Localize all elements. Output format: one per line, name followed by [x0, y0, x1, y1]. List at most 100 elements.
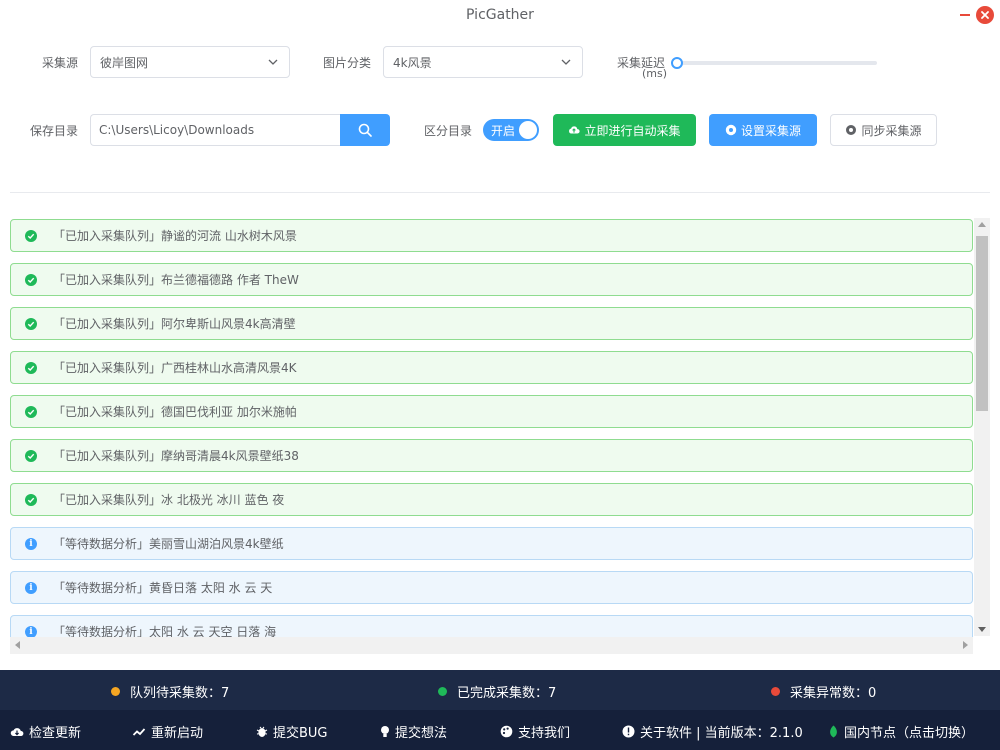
category-select[interactable]: 4k风景	[383, 46, 583, 78]
log-text: 「已加入采集队列」德国巴伐利亚 加尔米施帕	[53, 405, 297, 419]
info-circle-icon	[622, 725, 635, 738]
queue-stat-text: 队列待采集数：7	[130, 686, 230, 701]
log-list: 「已加入采集队列」静谧的河流 山水树木风景 「已加入采集队列」布兰德福德路 作者…	[10, 218, 990, 654]
log-text: 「已加入采集队列」广西桂林山水高清风景4K	[53, 361, 297, 375]
scroll-left-icon[interactable]	[15, 641, 20, 649]
done-stat-text: 已完成采集数：7	[457, 686, 557, 701]
title-bar: PicGather	[0, 0, 1000, 30]
success-check-icon	[25, 405, 37, 418]
bug-icon	[256, 726, 268, 737]
info-icon: i	[25, 625, 37, 638]
auto-collect-button[interactable]: 立即进行自动采集	[553, 114, 696, 146]
submit-bug-label: 提交BUG	[273, 726, 328, 741]
error-status-dot	[771, 687, 780, 696]
leaf-icon	[830, 725, 837, 738]
toggle-knob	[519, 121, 537, 139]
split-dir-toggle[interactable]: 开启	[483, 119, 539, 141]
node-switch-label: 国内节点（点击切换）	[844, 726, 975, 741]
save-dir-label: 保存目录	[30, 124, 79, 138]
scroll-right-icon[interactable]	[963, 641, 968, 649]
queue-status-dot	[111, 687, 120, 696]
vertical-scrollbar[interactable]	[974, 218, 990, 636]
node-switch-button[interactable]: 国内节点（点击切换）	[828, 722, 974, 741]
log-text: 「等待数据分析」美丽雪山湖泊风景4k壁纸	[53, 537, 284, 551]
success-check-icon	[25, 273, 37, 286]
sync-icon	[846, 125, 857, 135]
support-us-label: 支持我们	[518, 726, 571, 741]
success-check-icon	[25, 361, 37, 374]
log-item: 「已加入采集队列」冰 北极光 冰川 蓝色 夜	[10, 483, 973, 516]
log-item: 「已加入采集队列」静谧的河流 山水树木风景	[10, 219, 973, 252]
scrollbar-thumb[interactable]	[976, 236, 988, 411]
split-dir-label: 区分目录	[424, 124, 473, 138]
support-us-button[interactable]: 支持我们	[500, 722, 570, 741]
success-check-icon	[25, 317, 37, 330]
log-text: 「已加入采集队列」摩纳哥清晨4k风景壁纸38	[53, 449, 299, 463]
success-check-icon	[25, 493, 37, 506]
info-icon: i	[25, 581, 37, 594]
sync-source-button[interactable]: 同步采集源	[830, 114, 937, 146]
delay-slider-handle[interactable]	[671, 57, 683, 69]
queue-stat: 队列待采集数：7	[111, 682, 229, 701]
log-item: 「已加入采集队列」阿尔卑斯山风景4k高清壁	[10, 307, 973, 340]
log-item: i 「等待数据分析」美丽雪山湖泊风景4k壁纸	[10, 527, 973, 560]
error-stat: 采集异常数：0	[771, 682, 876, 701]
delay-slider-track[interactable]	[677, 61, 877, 65]
chevron-down-icon	[561, 59, 571, 65]
source-select-value: 彼岸图网	[100, 55, 149, 70]
chevron-down-icon	[268, 59, 278, 65]
source-label: 采集源	[42, 56, 79, 70]
category-label: 图片分类	[323, 56, 372, 70]
done-stat: 已完成采集数：7	[438, 682, 556, 701]
submit-bug-button[interactable]: 提交BUG	[256, 722, 328, 741]
log-text: 「已加入采集队列」阿尔卑斯山风景4k高清壁	[53, 317, 296, 331]
check-update-button[interactable]: 检查更新	[10, 722, 81, 741]
close-button[interactable]	[976, 6, 994, 24]
done-status-dot	[438, 687, 447, 696]
about-label: 关于软件 | 当前版本：2.1.0	[640, 726, 803, 741]
browse-button[interactable]	[340, 114, 390, 146]
close-icon	[981, 11, 989, 19]
save-dir-value: C:\Users\Licoy\Downloads	[99, 123, 255, 137]
source-select[interactable]: 彼岸图网	[90, 46, 290, 78]
set-source-label: 设置采集源	[740, 123, 801, 138]
stats-bar: 队列待采集数：7 已完成采集数：7 采集异常数：0	[0, 670, 1000, 710]
footer-bar: 检查更新 重新启动 提交BUG 提交想法 支持我们 关于软件 | 当前版本：2.…	[0, 710, 1000, 750]
log-item: i 「等待数据分析」黄昏日落 太阳 水 云 天	[10, 571, 973, 604]
restart-button[interactable]: 重新启动	[132, 722, 203, 741]
minimize-icon	[960, 14, 970, 16]
log-item: 「已加入采集队列」广西桂林山水高清风景4K	[10, 351, 973, 384]
log-text: 「已加入采集队列」布兰德福德路 作者 TheW	[53, 273, 299, 287]
save-dir-input[interactable]: C:\Users\Licoy\Downloads	[90, 114, 341, 146]
app-title: PicGather	[466, 7, 534, 23]
about-button[interactable]: 关于软件 | 当前版本：2.1.0	[622, 722, 803, 741]
submit-idea-button[interactable]: 提交想法	[380, 722, 447, 741]
success-check-icon	[25, 229, 37, 242]
horizontal-scrollbar[interactable]	[10, 637, 973, 654]
set-source-button[interactable]: 设置采集源	[709, 114, 817, 146]
log-text: 「已加入采集队列」静谧的河流 山水树木风景	[53, 229, 297, 243]
submit-idea-label: 提交想法	[395, 726, 448, 741]
cloud-upload-icon	[569, 126, 581, 134]
restart-label: 重新启动	[151, 726, 204, 741]
minimize-button[interactable]	[956, 6, 974, 24]
log-item: 「已加入采集队列」德国巴伐利亚 加尔米施帕	[10, 395, 973, 428]
restart-icon	[132, 727, 146, 736]
log-item: 「已加入采集队列」布兰德福德路 作者 TheW	[10, 263, 973, 296]
check-update-label: 检查更新	[29, 726, 82, 741]
info-icon: i	[25, 537, 37, 550]
log-text: 「已加入采集队列」冰 北极光 冰川 蓝色 夜	[53, 493, 285, 507]
error-stat-text: 采集异常数：0	[790, 686, 877, 701]
divider	[10, 192, 990, 193]
success-check-icon	[25, 449, 37, 462]
gear-icon	[725, 124, 737, 136]
sync-source-label: 同步采集源	[861, 123, 922, 138]
delay-unit: (ms)	[642, 67, 668, 80]
scroll-down-icon[interactable]	[978, 627, 986, 632]
log-item: 「已加入采集队列」摩纳哥清晨4k风景壁纸38	[10, 439, 973, 472]
auto-collect-label: 立即进行自动采集	[584, 123, 681, 138]
category-select-value: 4k风景	[393, 55, 432, 70]
palette-icon	[500, 725, 513, 738]
log-text: 「等待数据分析」黄昏日落 太阳 水 云 天	[53, 581, 273, 595]
scroll-up-icon[interactable]	[978, 222, 986, 227]
